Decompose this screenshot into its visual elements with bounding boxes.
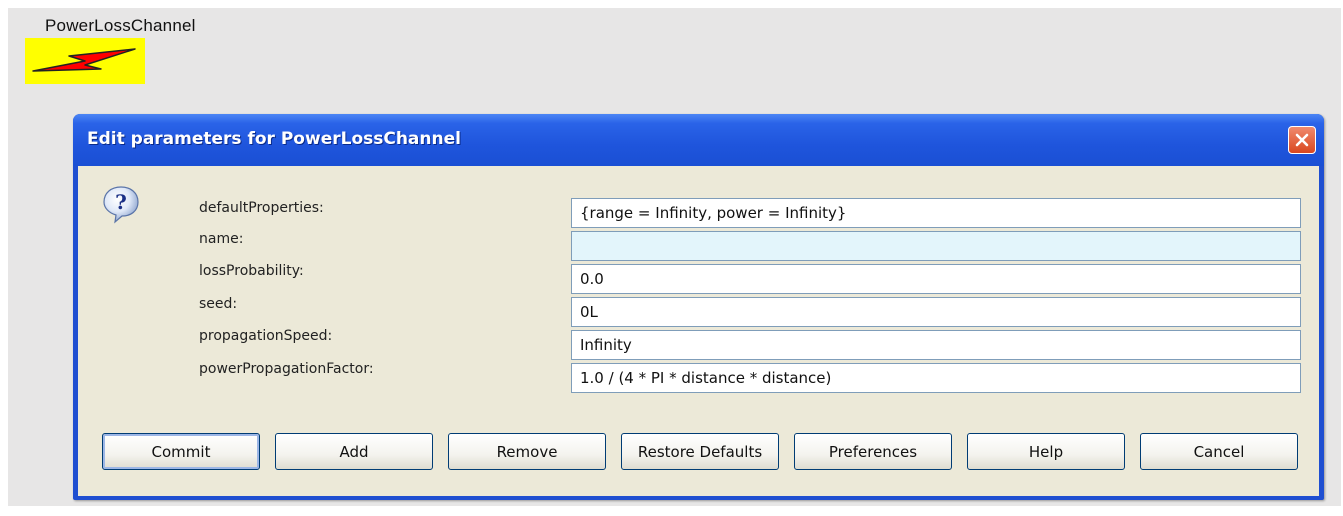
svg-text:?: ? bbox=[115, 190, 127, 214]
lightning-bolt-icon[interactable] bbox=[25, 38, 145, 84]
add-button[interactable]: Add bbox=[275, 433, 433, 470]
label-seed: seed: bbox=[199, 296, 238, 312]
close-icon bbox=[1295, 133, 1309, 147]
actor-label[interactable]: PowerLossChannel bbox=[45, 16, 196, 36]
label-defaultproperties: defaultProperties: bbox=[199, 200, 324, 216]
label-powerpropagationfactor: powerPropagationFactor: bbox=[199, 361, 374, 377]
restore-defaults-button[interactable]: Restore Defaults bbox=[621, 433, 779, 470]
preferences-button[interactable]: Preferences bbox=[794, 433, 952, 470]
powerpropagationfactor-field[interactable]: 1.0 / (4 * PI * distance * distance) bbox=[571, 363, 1301, 393]
seed-field[interactable]: 0L bbox=[571, 297, 1301, 327]
close-button[interactable] bbox=[1288, 126, 1316, 154]
question-mark-icon: ? bbox=[103, 186, 139, 224]
remove-button[interactable]: Remove bbox=[448, 433, 606, 470]
commit-button[interactable]: Commit bbox=[102, 433, 260, 470]
help-button[interactable]: Help bbox=[967, 433, 1125, 470]
defaultproperties-field[interactable]: {range = Infinity, power = Infinity} bbox=[571, 198, 1301, 228]
label-name: name: bbox=[199, 231, 244, 247]
dialog-title: Edit parameters for PowerLossChannel bbox=[87, 129, 461, 149]
lossprobability-field[interactable]: 0.0 bbox=[571, 264, 1301, 294]
label-propagationspeed: propagationSpeed: bbox=[199, 328, 333, 344]
cancel-button[interactable]: Cancel bbox=[1140, 433, 1298, 470]
dialog-titlebar[interactable]: Edit parameters for PowerLossChannel bbox=[73, 114, 1324, 166]
dialog-body: ? defaultProperties: name: lossProbabili… bbox=[78, 166, 1319, 496]
label-lossprobability: lossProbability: bbox=[199, 263, 304, 279]
propagationspeed-field[interactable]: Infinity bbox=[571, 330, 1301, 360]
name-field[interactable] bbox=[571, 231, 1301, 261]
edit-parameters-dialog: Edit parameters for PowerLossChannel ? d… bbox=[73, 114, 1324, 500]
